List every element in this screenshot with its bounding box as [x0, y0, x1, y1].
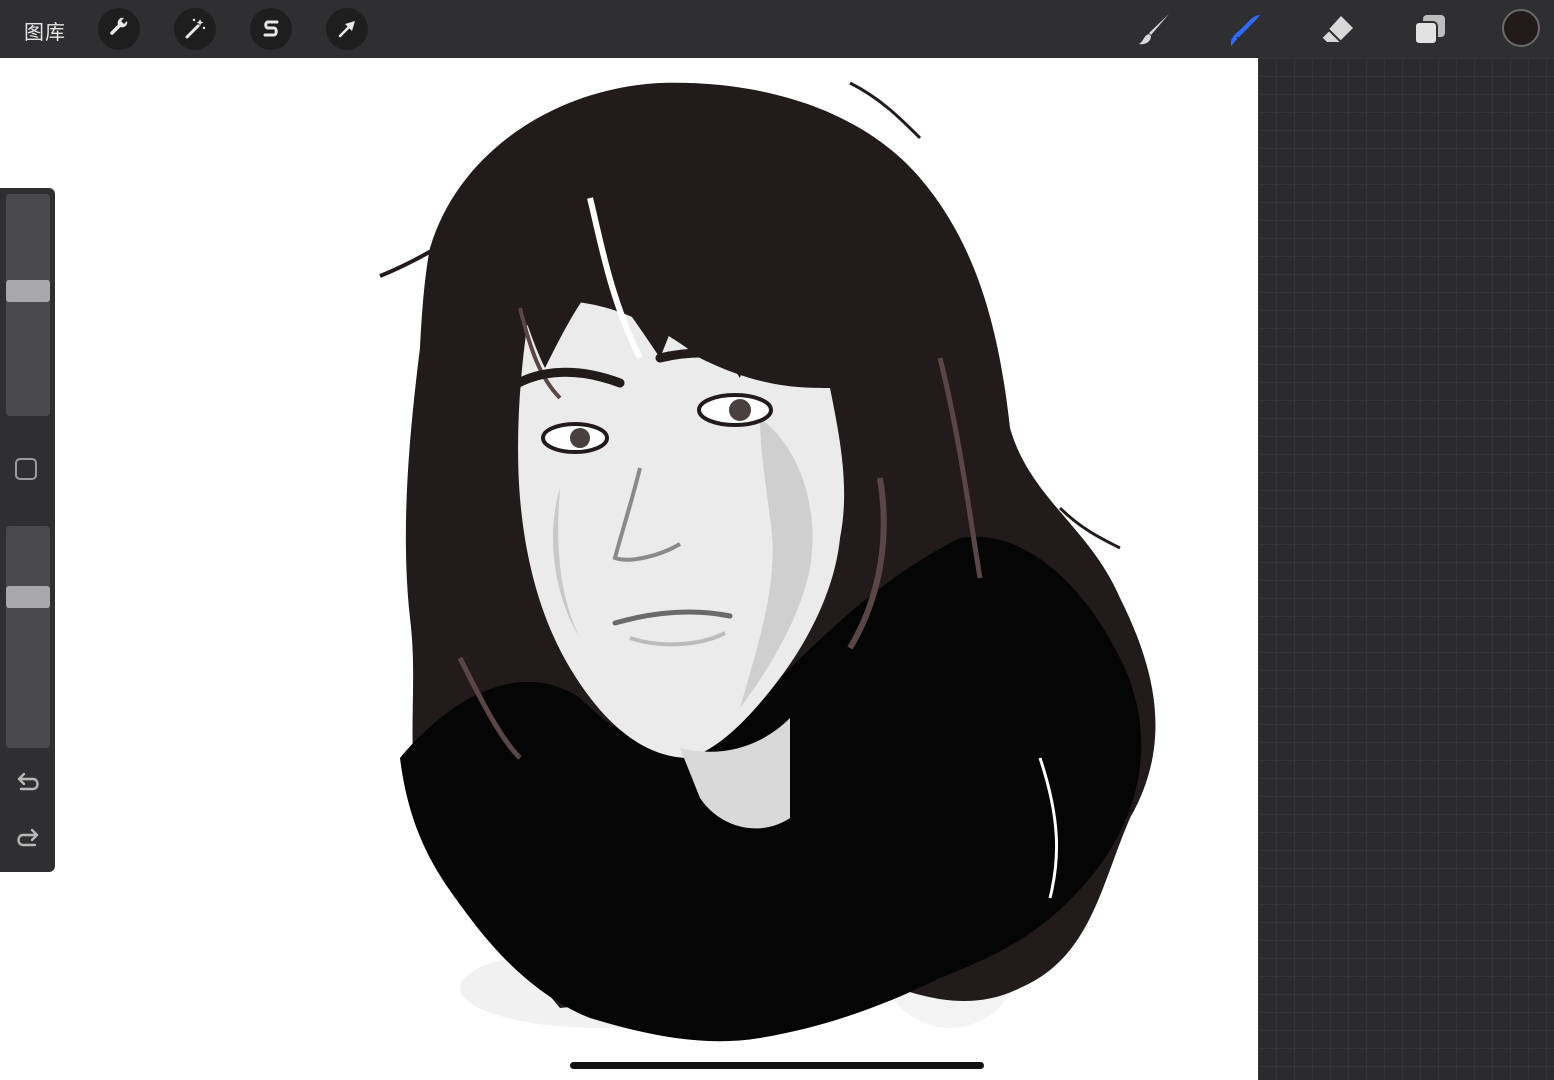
home-indicator	[570, 1062, 984, 1069]
opacity-slider[interactable]	[6, 526, 50, 748]
gallery-button[interactable]: 图库	[24, 16, 66, 45]
actions-button[interactable]	[98, 8, 140, 50]
layers-icon	[1414, 15, 1445, 45]
arrow-cursor-icon	[338, 21, 355, 38]
brush-size-thumb[interactable]	[6, 280, 50, 302]
opacity-thumb[interactable]	[6, 586, 50, 608]
canvas-background-grid	[1258, 58, 1554, 1080]
color-picker-button[interactable]	[1502, 9, 1540, 47]
redo-button[interactable]	[14, 824, 42, 852]
redo-icon	[17, 828, 39, 847]
eraser-icon	[1321, 16, 1353, 43]
drawing-canvas[interactable]	[0, 58, 1258, 1080]
brush-tool-button[interactable]	[1134, 10, 1174, 50]
smudge-tool-button[interactable]	[1226, 10, 1266, 50]
adjustments-button[interactable]	[174, 8, 216, 50]
layers-button[interactable]	[1410, 10, 1450, 50]
transform-button[interactable]	[326, 8, 368, 50]
smudge-finger-icon	[1231, 15, 1260, 46]
brush-icon	[1139, 14, 1169, 45]
modify-button[interactable]	[15, 458, 37, 480]
brush-size-slider[interactable]	[6, 194, 50, 416]
wrench-icon	[110, 17, 128, 35]
top-toolbar: 图库	[0, 0, 1554, 59]
undo-icon	[17, 772, 39, 791]
undo-button[interactable]	[14, 768, 42, 796]
left-sidebar	[0, 188, 55, 872]
eraser-tool-button[interactable]	[1318, 10, 1358, 50]
portrait-artwork	[379, 81, 1156, 1042]
selection-button[interactable]	[250, 8, 292, 50]
magic-wand-icon	[185, 18, 206, 39]
selection-s-icon	[263, 20, 279, 37]
